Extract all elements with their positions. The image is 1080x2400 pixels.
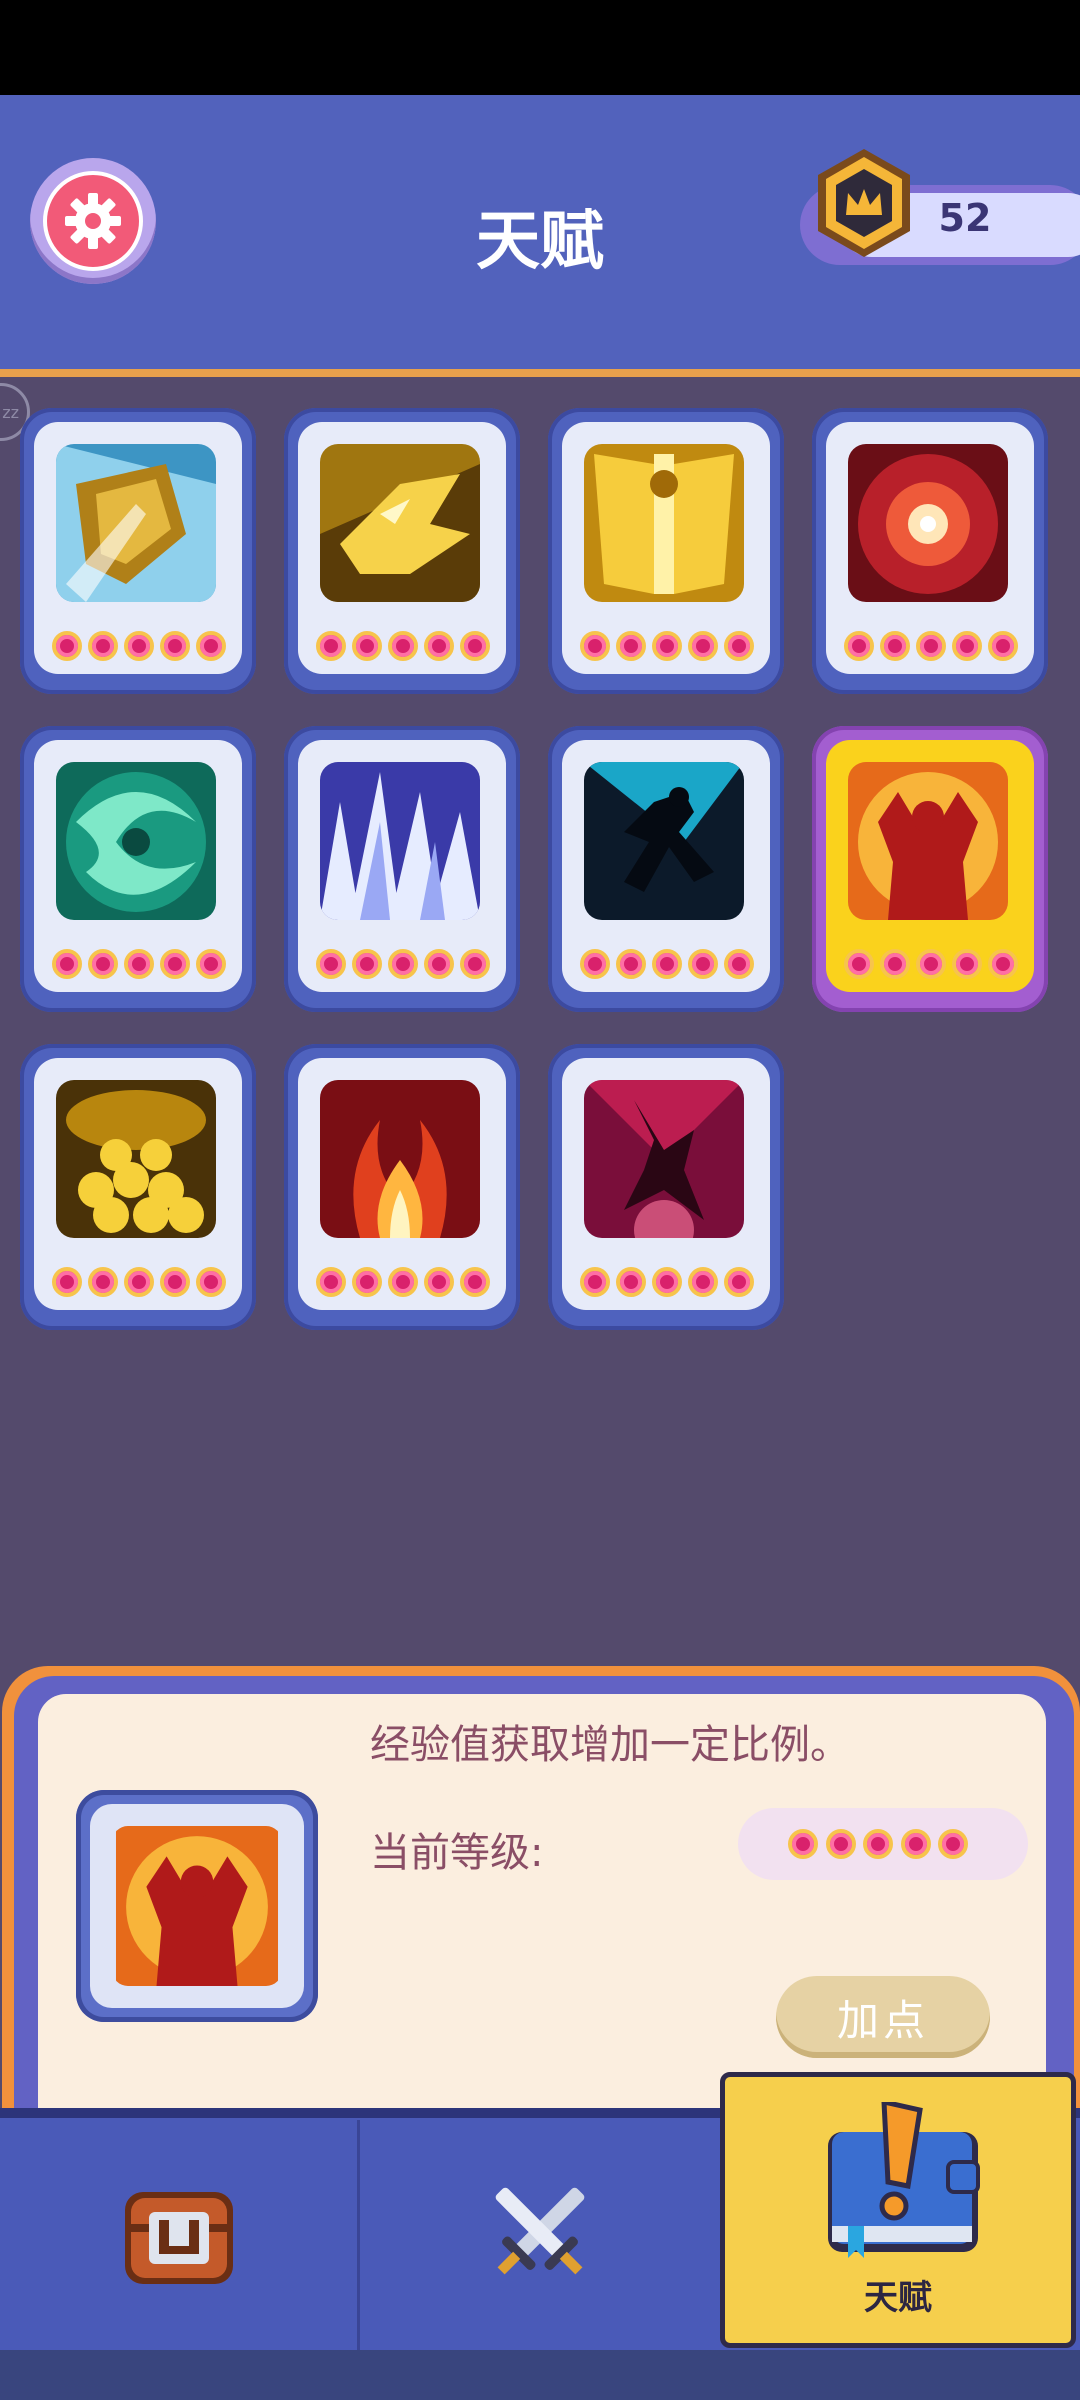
nav-talent[interactable]: 天赋 xyxy=(720,2072,1076,2348)
talent-card-golden-armor[interactable] xyxy=(548,408,784,694)
talent-book-icon xyxy=(808,2098,988,2266)
nav-battle[interactable] xyxy=(360,2118,720,2350)
current-level-label: 当前等级: xyxy=(370,1830,544,1876)
current-level-display xyxy=(738,1808,1028,1880)
settings-button[interactable] xyxy=(30,158,156,284)
talent-card-fire-pillar[interactable] xyxy=(284,1044,520,1330)
red-burst-icon xyxy=(848,444,1008,602)
talent-card-fist[interactable] xyxy=(20,408,256,694)
page-title: 天赋 xyxy=(476,205,604,279)
talent-card-gold-coins[interactable] xyxy=(20,1044,256,1330)
talent-card-crimson-demon[interactable] xyxy=(548,1044,784,1330)
talent-card-flame-giant[interactable] xyxy=(812,726,1048,1012)
flame-giant-icon xyxy=(848,762,1008,920)
currency-value: 52 xyxy=(938,196,992,240)
selected-talent-icon xyxy=(76,1790,318,2022)
gear-icon xyxy=(43,171,143,271)
flame-giant-icon xyxy=(112,1826,282,1986)
golden-dragon-icon xyxy=(320,444,480,602)
status-bar xyxy=(0,0,1080,95)
fire-pillar-icon xyxy=(320,1080,480,1238)
talent-description: 经验值获取增加一定比例。 xyxy=(370,1722,850,1768)
fist-icon xyxy=(56,444,216,602)
treasure-chest-icon xyxy=(119,2172,239,2296)
talent-card-shadow-runner[interactable] xyxy=(548,726,784,1012)
add-point-button[interactable]: 加点 xyxy=(776,1976,990,2058)
nav-shop[interactable] xyxy=(0,2118,357,2350)
talent-card-red-burst[interactable] xyxy=(812,408,1048,694)
ice-spikes-icon xyxy=(320,762,480,920)
crimson-demon-icon xyxy=(584,1080,744,1238)
golden-armor-icon xyxy=(584,444,744,602)
gold-coins-icon xyxy=(56,1080,216,1238)
shadow-runner-icon xyxy=(584,762,744,920)
header-divider xyxy=(0,369,1080,377)
green-whirlwind-icon xyxy=(56,762,216,920)
talent-card-green-whirlwind[interactable] xyxy=(20,726,256,1012)
crossed-swords-icon xyxy=(475,2167,605,2301)
talent-card-ice-spikes[interactable] xyxy=(284,726,520,1012)
talent-card-golden-dragon[interactable] xyxy=(284,408,520,694)
nav-talent-label: 天赋 xyxy=(864,2277,932,2318)
